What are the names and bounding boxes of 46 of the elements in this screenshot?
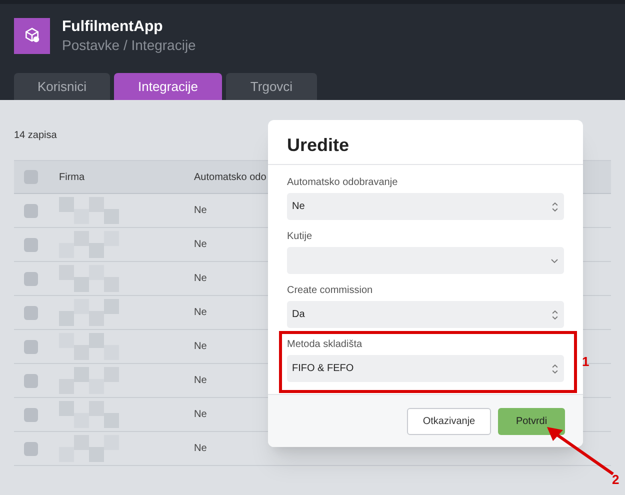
table-cell-text: Ne [194,374,207,388]
callout-number: 2 [612,471,620,489]
dialog-button[interactable]: Otkazivanje [407,408,491,434]
record-count: 14 zapisa [14,130,57,141]
updown-chevron-icon [551,362,559,374]
checkbox[interactable] [24,238,38,252]
callout-number: 1 [582,353,590,371]
field-value: Ne [292,200,305,214]
field-value: FIFO & FEFO [292,362,354,376]
updown-chevron-icon [551,200,559,212]
checkbox[interactable] [24,408,38,422]
field-label: Automatsko odobravanje [287,176,399,190]
field-label: Create commission [287,284,374,298]
column-header: Firma [59,170,86,184]
dialog-title: Uredite [268,120,583,165]
field-value: Da [292,308,305,322]
chevron-down-icon [550,258,559,264]
table-cell-text: Ne [194,442,207,456]
annotation-arrow [547,427,614,475]
checkbox[interactable] [24,442,38,456]
app-title: FulfilmentApp [62,17,164,36]
table-cell-text: Ne [194,306,207,320]
breadcrumb: Postavke / Integracije [62,36,196,54]
select-field[interactable]: Ne [287,193,564,220]
checkbox[interactable] [24,272,38,286]
checkbox[interactable] [24,340,38,354]
dialog-button[interactable]: Potvrdi [498,408,565,434]
table-cell-text: Ne [194,238,207,252]
table-cell-text: Ne [194,408,207,422]
checkbox[interactable] [24,374,38,388]
table-cell-text: Ne [194,272,207,286]
field-label: Kutije [287,230,314,244]
table-cell-text: Ne [194,204,207,218]
select-field[interactable] [287,247,564,274]
column-header: Automatsko odo [194,170,266,184]
tab[interactable]: Korisnici [14,73,110,100]
tab[interactable]: Integracije [114,73,222,100]
table-cell-text: Ne [194,340,207,354]
select-field[interactable]: FIFO & FEFO [287,355,564,382]
checkbox[interactable] [24,170,38,184]
checkbox[interactable] [24,204,38,218]
checkbox[interactable] [24,306,38,320]
tab[interactable]: Trgovci [226,73,317,100]
select-field[interactable]: Da [287,301,564,328]
field-label: Metoda skladišta [287,338,364,352]
updown-chevron-icon [551,308,559,320]
